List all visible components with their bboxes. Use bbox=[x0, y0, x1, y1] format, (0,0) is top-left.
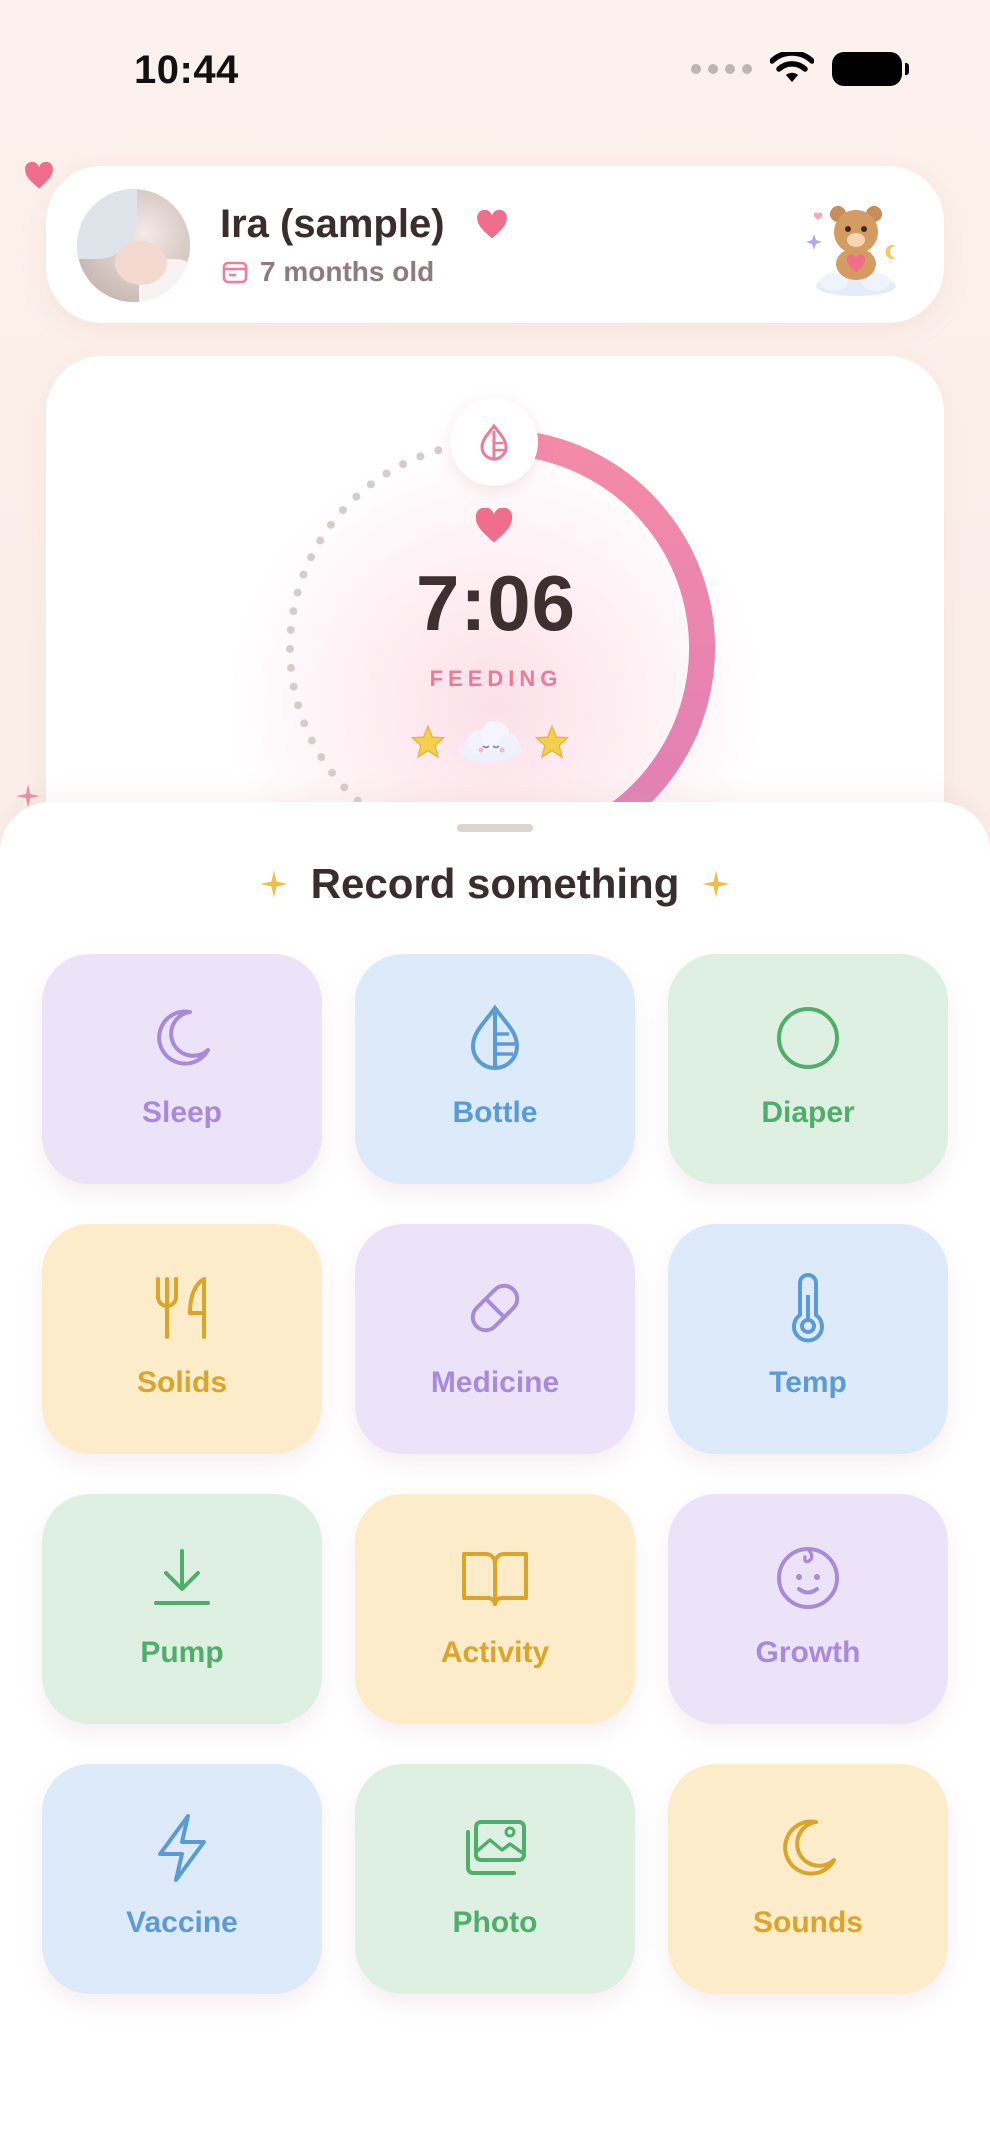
circle-icon bbox=[777, 1007, 839, 1069]
sparkle-icon bbox=[259, 870, 288, 898]
book-icon bbox=[462, 1552, 528, 1606]
tile-label: Temp bbox=[769, 1366, 847, 1399]
tile-label: Bottle bbox=[452, 1096, 538, 1129]
lightning-icon bbox=[158, 1814, 206, 1882]
profile-age: 7 months old bbox=[260, 256, 435, 287]
drop-icon bbox=[480, 423, 508, 461]
baby-face-icon bbox=[777, 1547, 839, 1609]
solids-button[interactable]: Solids bbox=[42, 1224, 322, 1454]
moon-icon bbox=[157, 1009, 210, 1066]
diaper-button[interactable]: Diaper bbox=[668, 954, 948, 1184]
heart-icon bbox=[475, 508, 513, 543]
medicine-button[interactable]: Medicine bbox=[355, 1224, 635, 1454]
status-icons bbox=[691, 52, 909, 86]
feeding-type-badge[interactable] bbox=[450, 398, 538, 486]
activity-button[interactable]: Activity bbox=[355, 1494, 635, 1724]
timer-time: 7:06 bbox=[415, 559, 577, 647]
thermometer-icon bbox=[792, 1273, 824, 1343]
temp-button[interactable]: Temp bbox=[668, 1224, 948, 1454]
timer-activity-label: FEEDING bbox=[429, 666, 563, 691]
profile-card[interactable]: Ira (sample) 7 months old bbox=[46, 166, 944, 323]
tile-label: Vaccine bbox=[126, 1906, 238, 1939]
sparkle-icon bbox=[702, 870, 731, 898]
battery-icon bbox=[832, 52, 909, 86]
tile-label: Photo bbox=[452, 1906, 538, 1939]
photo-icon bbox=[466, 1820, 526, 1875]
wifi-icon bbox=[770, 52, 814, 82]
avatar[interactable] bbox=[77, 189, 190, 302]
signal-icon bbox=[691, 64, 752, 74]
bottle-button[interactable]: Bottle bbox=[355, 954, 635, 1184]
tile-label: Diaper bbox=[761, 1096, 855, 1129]
sheet-title: Record something bbox=[310, 860, 680, 907]
pump-button[interactable]: Pump bbox=[42, 1494, 322, 1724]
vaccine-button[interactable]: Vaccine bbox=[42, 1764, 322, 1994]
tile-label: Sleep bbox=[141, 1096, 223, 1129]
tile-label: Growth bbox=[755, 1636, 861, 1669]
heart-icon bbox=[477, 210, 507, 239]
screen: 10:44 Ira (sample) 7 months old 7:06 FEE… bbox=[0, 0, 990, 2151]
pill-icon bbox=[470, 1283, 520, 1333]
sounds-button[interactable]: Sounds bbox=[668, 1764, 948, 1994]
calendar-icon bbox=[222, 261, 248, 284]
profile-name: Ira (sample) bbox=[220, 202, 445, 246]
timer-card[interactable]: 7:06 FEEDING bbox=[46, 356, 944, 876]
star-icon bbox=[535, 725, 569, 759]
cloud-icon bbox=[458, 721, 522, 762]
star-icon bbox=[411, 725, 445, 759]
tile-label: Activity bbox=[440, 1636, 550, 1669]
tile-label: Solids bbox=[136, 1366, 227, 1399]
timer-decoration bbox=[411, 720, 569, 764]
record-sheet: Record something Sleep Bottle Diaper Sol… bbox=[0, 802, 990, 2151]
heart-decoration-icon bbox=[25, 162, 53, 189]
download-icon bbox=[154, 1549, 210, 1605]
sheet-grabber[interactable] bbox=[457, 824, 533, 832]
growth-button[interactable]: Growth bbox=[668, 1494, 948, 1724]
tile-label: Pump bbox=[140, 1636, 224, 1669]
drop-icon bbox=[470, 1004, 520, 1070]
status-time: 10:44 bbox=[134, 48, 239, 92]
tile-label: Medicine bbox=[430, 1366, 560, 1399]
teddy-bear-icon bbox=[806, 206, 896, 296]
profile-age-row: 7 months old bbox=[222, 256, 434, 288]
fork-knife-icon bbox=[156, 1277, 206, 1339]
sheet-title-row: Record something bbox=[0, 860, 990, 908]
photo-button[interactable]: Photo bbox=[355, 1764, 635, 1994]
moon-icon bbox=[783, 1819, 836, 1876]
tile-label: Sounds bbox=[753, 1906, 863, 1939]
sleep-button[interactable]: Sleep bbox=[42, 954, 322, 1184]
